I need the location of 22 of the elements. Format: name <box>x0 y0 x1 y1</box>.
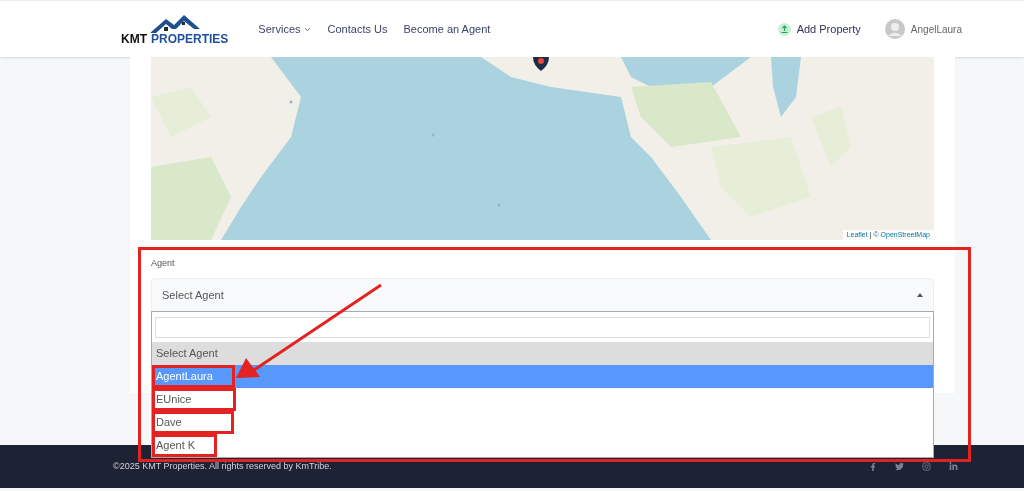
map-pin-icon[interactable] <box>533 57 549 71</box>
instagram-icon[interactable] <box>922 462 931 471</box>
nav-link[interactable]: Contacts Us <box>327 20 388 38</box>
field-label: Agent <box>151 257 176 270</box>
agent-select[interactable]: Select Agent <box>151 277 934 313</box>
username[interactable]: AngelLaura <box>910 21 962 37</box>
facebook-icon[interactable] <box>869 462 877 471</box>
upload-icon <box>777 22 791 36</box>
nav-link[interactable]: Services <box>258 20 312 38</box>
nav-link[interactable]: Become an Agent <box>403 20 491 38</box>
caret-icon <box>917 293 923 297</box>
linkedin-icon[interactable] <box>949 462 958 471</box>
logo-text: KMT <box>121 33 147 45</box>
search-field[interactable] <box>155 317 930 338</box>
dropdown-option[interactable]: Select Agent <box>152 342 933 365</box>
copyright-text: ©2025 KMT Properties. All rights reserved by KmTribe. <box>113 459 332 473</box>
add-property-link[interactable]: Add Property <box>777 20 861 38</box>
dropdown-option[interactable]: Dave <box>152 411 933 434</box>
logo-text: PROPERTIES <box>151 33 229 45</box>
dropdown-option[interactable]: EUnice <box>152 388 933 411</box>
twitter-icon[interactable] <box>895 462 904 471</box>
dropdown-option[interactable]: Agent K <box>152 434 933 457</box>
